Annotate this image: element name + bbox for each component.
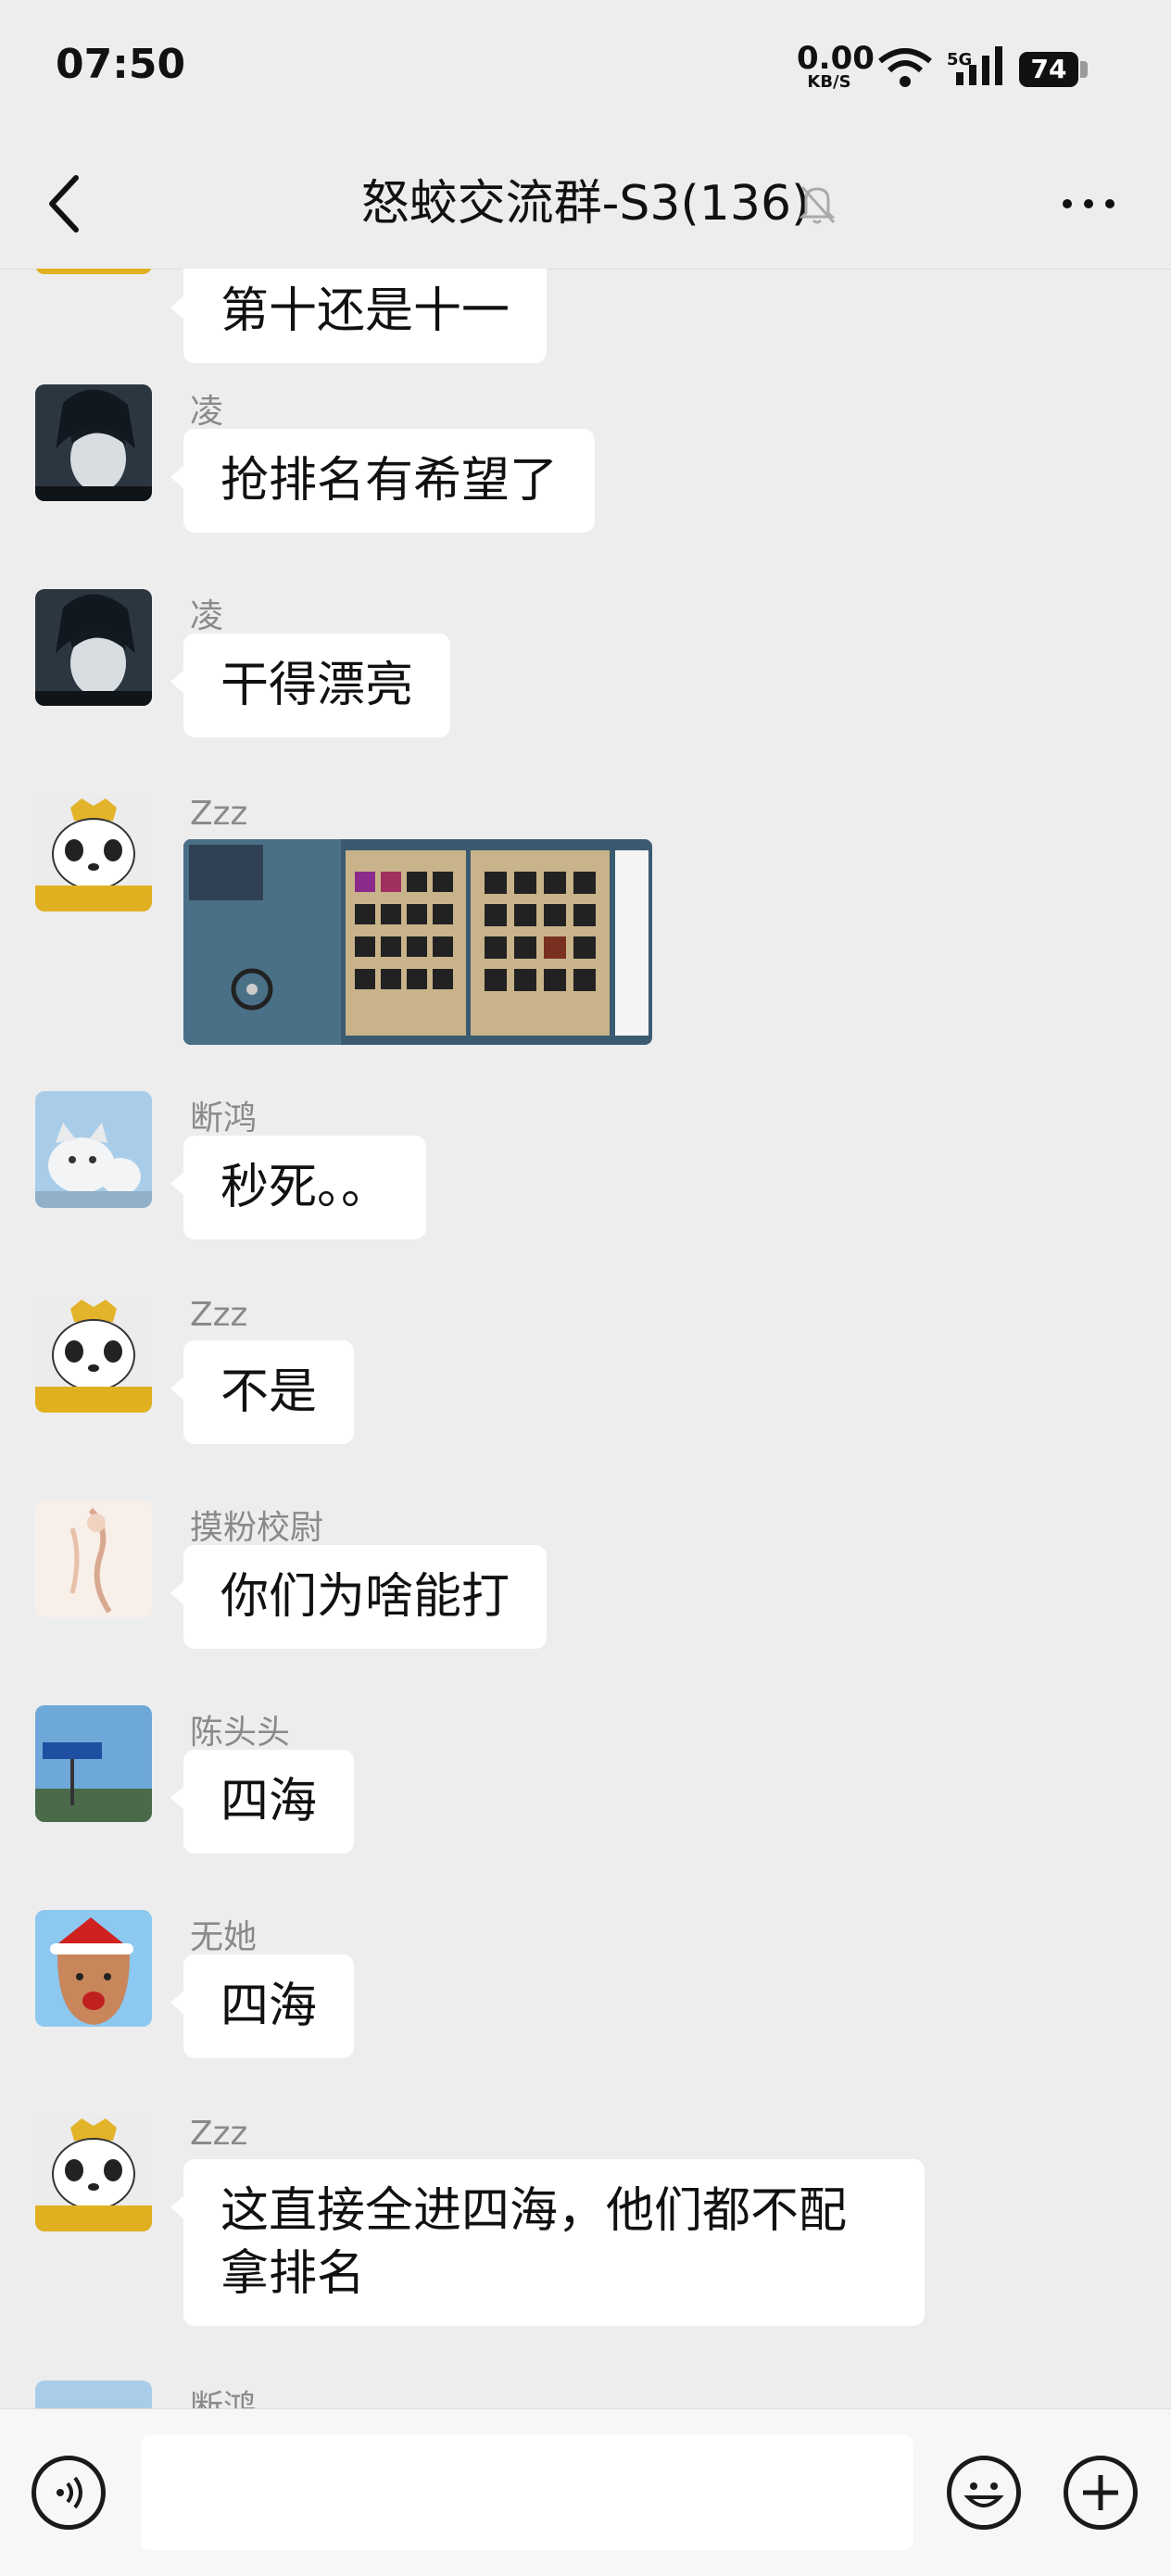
game-screenshot-icon <box>183 839 652 1045</box>
message-bubble[interactable]: 干得漂亮 <box>170 634 451 737</box>
sender-name: 凌 <box>190 597 224 635</box>
panda-avatar-icon <box>35 269 152 274</box>
anime-boy-avatar-icon <box>35 384 152 501</box>
panda-avatar-icon <box>35 795 152 911</box>
network-speed: 0.00 KB/S <box>797 40 875 91</box>
avatar-ling[interactable] <box>35 589 152 706</box>
avatar-wuta[interactable] <box>35 1910 152 2027</box>
avatar-mofen[interactable] <box>35 1501 152 1617</box>
plus-icon[interactable] <box>1064 2456 1138 2530</box>
sender-name: 无她 <box>190 1918 258 1956</box>
input-bar <box>0 2408 1171 2576</box>
sender-name: 摸粉校尉 <box>190 1509 324 1547</box>
sender-name: Zzz <box>190 1296 248 1334</box>
message-bubble[interactable]: 不是 <box>170 1340 355 1444</box>
message-bubble[interactable]: 抢排名有希望了 <box>170 429 596 533</box>
voice-icon[interactable] <box>31 2456 106 2530</box>
message-bubble[interactable]: 四海 <box>170 1750 355 1853</box>
message-bubble[interactable]: 第十还是十一 <box>170 269 548 363</box>
sender-name: Zzz <box>190 795 248 833</box>
message-bubble[interactable]: 你们为啥能打 <box>170 1545 548 1649</box>
capybara-avatar-icon <box>35 1910 152 2027</box>
sender-name: 断鸿 <box>190 2389 258 2408</box>
panda-avatar-icon <box>35 2115 152 2231</box>
avatar-zzz[interactable] <box>35 269 152 274</box>
wifi-icon <box>878 48 932 87</box>
message-list[interactable]: 第十还是十一 凌 抢排名有希望了 凌 干得漂亮 Zzz 断鸿 秒死。。 Zzz … <box>0 269 1171 2408</box>
sender-name: Zzz <box>190 2115 248 2153</box>
avatar-ling[interactable] <box>35 384 152 501</box>
avatar-duanhong[interactable] <box>35 2381 152 2408</box>
avatar-duanhong[interactable] <box>35 1091 152 1208</box>
sender-name: 断鸿 <box>190 1100 258 1137</box>
cat-avatar-icon <box>35 1091 152 1208</box>
avatar-zzz[interactable] <box>35 795 152 911</box>
message-bubble[interactable]: 四海 <box>170 1954 355 2058</box>
battery-indicator: 74 <box>1019 52 1088 87</box>
panda-avatar-icon <box>35 1296 152 1413</box>
signal-icon <box>956 46 1002 85</box>
avatar-zzz[interactable] <box>35 1296 152 1413</box>
avatar-chentoutou[interactable] <box>35 1705 152 1822</box>
network-speed-value: 0.00 <box>797 40 875 77</box>
image-message[interactable] <box>183 839 652 1045</box>
sender-name: 凌 <box>190 393 224 431</box>
message-input[interactable] <box>141 2435 913 2550</box>
clock: 07:50 <box>56 41 186 88</box>
chat-title: 怒蛟交流群-S3(136) <box>360 176 811 232</box>
sender-name: 陈头头 <box>190 1714 291 1752</box>
status-bar: 07:50 0.00 KB/S 5G 74 <box>0 0 1171 139</box>
street-sign-avatar-icon <box>35 1705 152 1822</box>
avatar-zzz[interactable] <box>35 2115 152 2231</box>
message-bubble[interactable]: 这直接全进四海，他们都不配拿排名 <box>170 2159 925 2326</box>
sketch-figure-avatar-icon <box>35 1501 152 1617</box>
chat-header: 怒蛟交流群-S3(136) <box>0 139 1171 270</box>
message-bubble[interactable]: 秒死。。 <box>170 1136 427 1239</box>
more-dots-icon[interactable] <box>1056 176 1121 232</box>
emoji-icon[interactable] <box>947 2456 1021 2530</box>
anime-boy-avatar-icon <box>35 589 152 706</box>
cat-avatar-icon <box>35 2381 152 2408</box>
bell-off-icon <box>799 185 836 224</box>
